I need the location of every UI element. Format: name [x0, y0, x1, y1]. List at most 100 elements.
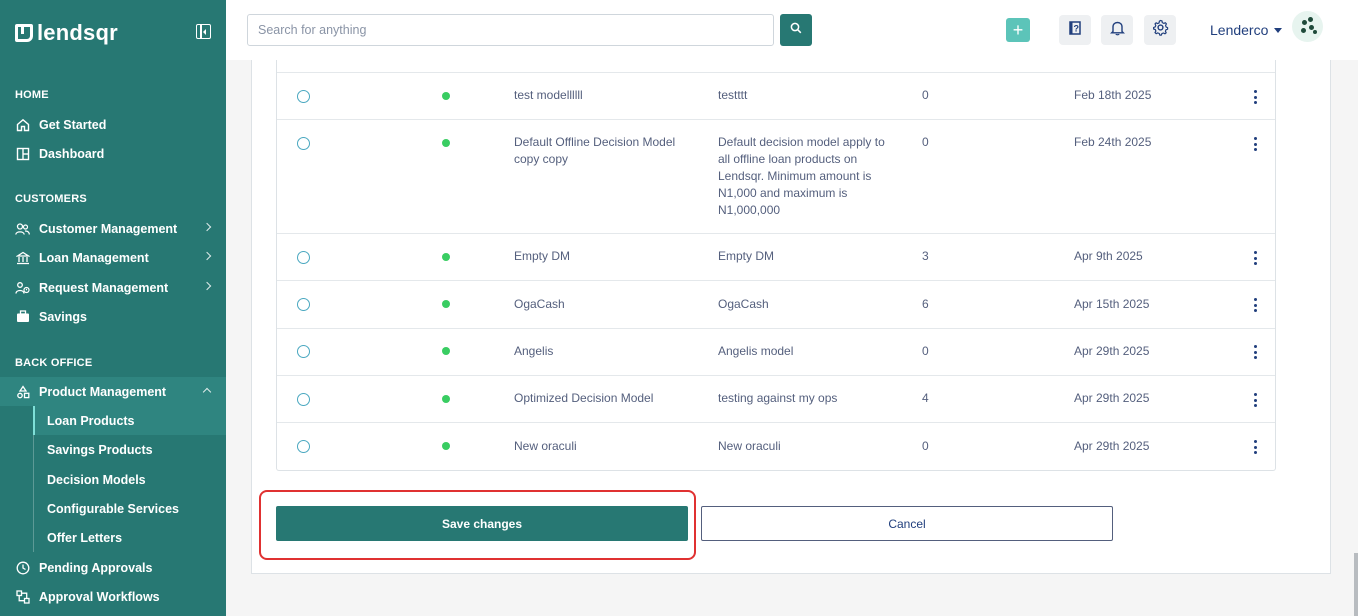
row-menu-icon[interactable]	[1254, 393, 1258, 407]
sidebar-item-label: Savings	[39, 309, 87, 324]
row-count: 4	[922, 391, 929, 405]
sidebar-item-request-management[interactable]: Request Management	[0, 273, 226, 302]
sidebar-item-label: Pending Approvals	[39, 560, 153, 575]
cancel-button[interactable]: Cancel	[701, 506, 1113, 541]
status-dot	[442, 139, 450, 147]
sidebar-item-product-management[interactable]: Product Management	[0, 377, 226, 406]
table-row[interactable]: test modellllll testttt 0 Feb 18th 2025	[277, 72, 1275, 120]
sidebar-item-label: Dashboard	[39, 146, 105, 161]
status-dot	[442, 300, 450, 308]
settings-button[interactable]	[1144, 15, 1176, 45]
brand-name: lendsqr	[37, 20, 118, 45]
row-name: Optimized Decision Model	[514, 391, 654, 405]
table-row[interactable]: OgaCash OgaCash 6 Apr 15th 2025	[277, 280, 1275, 328]
row-radio[interactable]	[297, 440, 310, 453]
sidebar-item-savings[interactable]: Savings	[0, 302, 226, 331]
brand-logo[interactable]: lendsqr	[15, 20, 118, 46]
page-scrollbar[interactable]	[1354, 553, 1358, 616]
row-radio[interactable]	[297, 137, 310, 150]
sidebar-item-label: Loan Management	[39, 250, 149, 265]
table-row[interactable]: New oraculi New oraculi 0 Apr 29th 2025	[277, 422, 1275, 469]
row-date: Apr 9th 2025	[1074, 249, 1143, 263]
section-back-office: BACK OFFICE	[15, 357, 93, 369]
workflow-icon	[15, 589, 30, 604]
row-date: Feb 18th 2025	[1074, 88, 1152, 102]
search-input[interactable]	[247, 14, 774, 46]
row-name: Default Offline Decision Model copy copy	[514, 135, 676, 166]
sidebar-item-customer-management[interactable]: Customer Management	[0, 214, 226, 243]
row-date: Apr 29th 2025	[1074, 344, 1150, 358]
chevron-right-icon	[202, 251, 212, 261]
gear-icon	[1152, 19, 1169, 41]
row-count: 0	[922, 344, 929, 358]
table-row[interactable]: Angelis Angelis model 0 Apr 29th 2025	[277, 328, 1275, 375]
row-menu-icon[interactable]	[1254, 90, 1258, 104]
notifications-button[interactable]	[1101, 15, 1133, 45]
row-menu-icon[interactable]	[1254, 298, 1258, 312]
table-row[interactable]: Optimized Decision Model testing against…	[277, 375, 1275, 423]
sidebar-item-label: Get Started	[39, 117, 107, 132]
row-description: Empty DM	[718, 249, 775, 263]
decision-models-table: test modellllll testttt 0 Feb 18th 2025 …	[276, 60, 1276, 471]
request-icon	[15, 280, 30, 295]
row-menu-icon[interactable]	[1254, 345, 1258, 359]
row-description: Angelis model	[718, 344, 794, 358]
row-description: New oraculi	[718, 439, 781, 453]
row-count: 3	[922, 249, 929, 263]
row-date: Apr 29th 2025	[1074, 391, 1150, 405]
user-menu[interactable]: Lenderco	[1210, 22, 1283, 38]
section-home: HOME	[15, 89, 49, 101]
sidebar-item-dashboard[interactable]: Dashboard	[0, 139, 226, 168]
sidebar-item-approval-workflows[interactable]: Approval Workflows	[0, 582, 226, 611]
status-dot	[442, 442, 450, 450]
bank-icon	[15, 250, 30, 265]
row-radio[interactable]	[297, 251, 310, 264]
sidebar-item-pending-approvals[interactable]: Pending Approvals	[0, 553, 226, 582]
row-count: 0	[922, 439, 929, 453]
sidebar-item-loan-management[interactable]: Loan Management	[0, 243, 226, 272]
avatar[interactable]	[1292, 11, 1323, 42]
sidebar-subitem-savings-products[interactable]: Savings Products	[33, 435, 226, 464]
status-dot	[442, 253, 450, 261]
logo-icon	[15, 24, 33, 42]
sidebar-item-label: Approval Workflows	[39, 589, 160, 604]
sidebar-subitem-decision-models[interactable]: Decision Models	[33, 465, 226, 494]
clock-icon	[15, 560, 30, 575]
row-date: Apr 29th 2025	[1074, 439, 1150, 453]
chevron-up-icon	[202, 387, 212, 397]
row-radio[interactable]	[297, 298, 310, 311]
sidebar-subitem-loan-products[interactable]: Loan Products	[33, 406, 226, 435]
sidebar-item-get-started[interactable]: Get Started	[0, 110, 226, 139]
sidebar-item-label: Request Management	[39, 280, 169, 295]
row-count: 0	[922, 135, 929, 149]
row-radio[interactable]	[297, 90, 310, 103]
user-name: Lenderco	[1210, 22, 1269, 38]
row-menu-icon[interactable]	[1254, 440, 1258, 454]
row-description: OgaCash	[718, 297, 769, 311]
chevron-right-icon	[202, 281, 212, 291]
chevron-right-icon	[202, 222, 212, 232]
row-name: OgaCash	[514, 297, 565, 311]
row-menu-icon[interactable]	[1254, 251, 1258, 265]
search-button[interactable]	[780, 14, 812, 46]
table-row[interactable]: Empty DM Empty DM 3 Apr 9th 2025	[277, 233, 1275, 281]
row-radio[interactable]	[297, 345, 310, 358]
add-button[interactable]: +	[1006, 18, 1030, 42]
plus-icon: +	[1012, 20, 1024, 40]
table-row[interactable]: Default Offline Decision Model copy copy…	[277, 119, 1275, 234]
caret-down-icon	[1274, 27, 1283, 33]
status-dot	[442, 347, 450, 355]
bell-icon	[1109, 20, 1125, 41]
row-name: Empty DM	[514, 249, 571, 263]
save-button[interactable]: Save changes	[276, 506, 688, 541]
sidebar-subitem-offer-letters[interactable]: Offer Letters	[33, 523, 226, 552]
collapse-sidebar-icon[interactable]	[196, 24, 211, 39]
row-name: New oraculi	[514, 439, 577, 453]
row-menu-icon[interactable]	[1254, 137, 1258, 151]
row-name: test modellllll	[514, 88, 583, 102]
sidebar: lendsqr HOME Get Started Dashboard CUSTO…	[0, 0, 226, 616]
row-radio[interactable]	[297, 393, 310, 406]
section-customers: CUSTOMERS	[15, 193, 87, 205]
help-button[interactable]: ?	[1059, 15, 1091, 45]
sidebar-subitem-configurable-services[interactable]: Configurable Services	[33, 494, 226, 523]
